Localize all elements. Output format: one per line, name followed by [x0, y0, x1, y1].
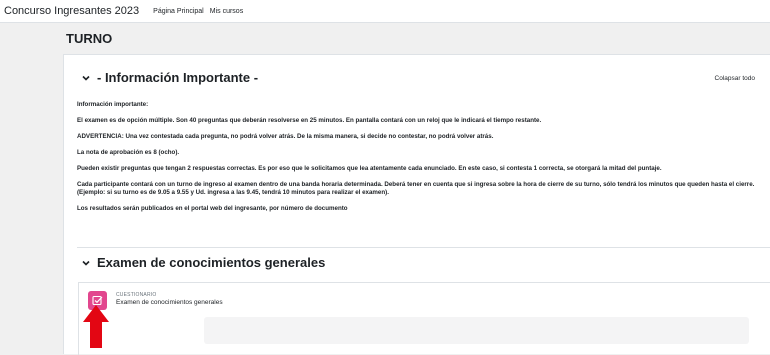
course-content: - Información Importante - Colapsar todo… — [63, 54, 770, 355]
page-title: TURNO — [66, 31, 113, 46]
nav-link-home[interactable]: Página Principal — [153, 8, 204, 15]
restriction-info — [204, 317, 749, 344]
section-divider — [77, 247, 770, 248]
primary-navigation: Página Principal Mis cursos — [153, 8, 249, 15]
red-arrow-annotation — [83, 305, 109, 348]
section-title-info: - Información Importante - — [97, 70, 259, 85]
quiz-activity-link[interactable]: Examen de conocimientos generales — [116, 299, 223, 306]
nav-link-my-courses[interactable]: Mis cursos — [210, 8, 243, 15]
section-header-info[interactable]: - Información Importante - — [81, 70, 258, 85]
info-paragraph: ADVERTENCIA: Una vez contestada cada pre… — [77, 133, 494, 140]
info-paragraph: Cada participante contará con un turno d… — [77, 181, 755, 196]
chevron-down-icon[interactable] — [81, 258, 91, 268]
site-name[interactable]: Concurso Ingresantes 2023 — [4, 5, 139, 17]
info-paragraph: Los resultados serán publicados en el po… — [77, 205, 348, 212]
collapse-all-link[interactable]: Colapsar todo — [715, 75, 755, 82]
chevron-down-icon[interactable] — [81, 73, 91, 83]
info-paragraph: Pueden existir preguntas que tengan 2 re… — [77, 165, 662, 172]
top-navbar: Concurso Ingresantes 2023 Página Princip… — [0, 0, 770, 23]
section-title-exam: Examen de conocimientos generales — [97, 255, 326, 270]
activity-type-label: CUESTIONARIO — [116, 292, 157, 298]
redacted-area — [104, 319, 199, 341]
section-header-exam[interactable]: Examen de conocimientos generales — [81, 255, 325, 270]
info-summary: Información importante: El examen es de … — [77, 101, 757, 221]
info-paragraph: El examen es de opción múltiple. Son 40 … — [77, 117, 542, 124]
info-paragraph: La nota de aprobación es 8 (ocho). — [77, 149, 180, 156]
info-heading: Información importante: — [77, 101, 149, 108]
quiz-activity[interactable]: CUESTIONARIO Examen de conocimientos gen… — [78, 282, 770, 355]
